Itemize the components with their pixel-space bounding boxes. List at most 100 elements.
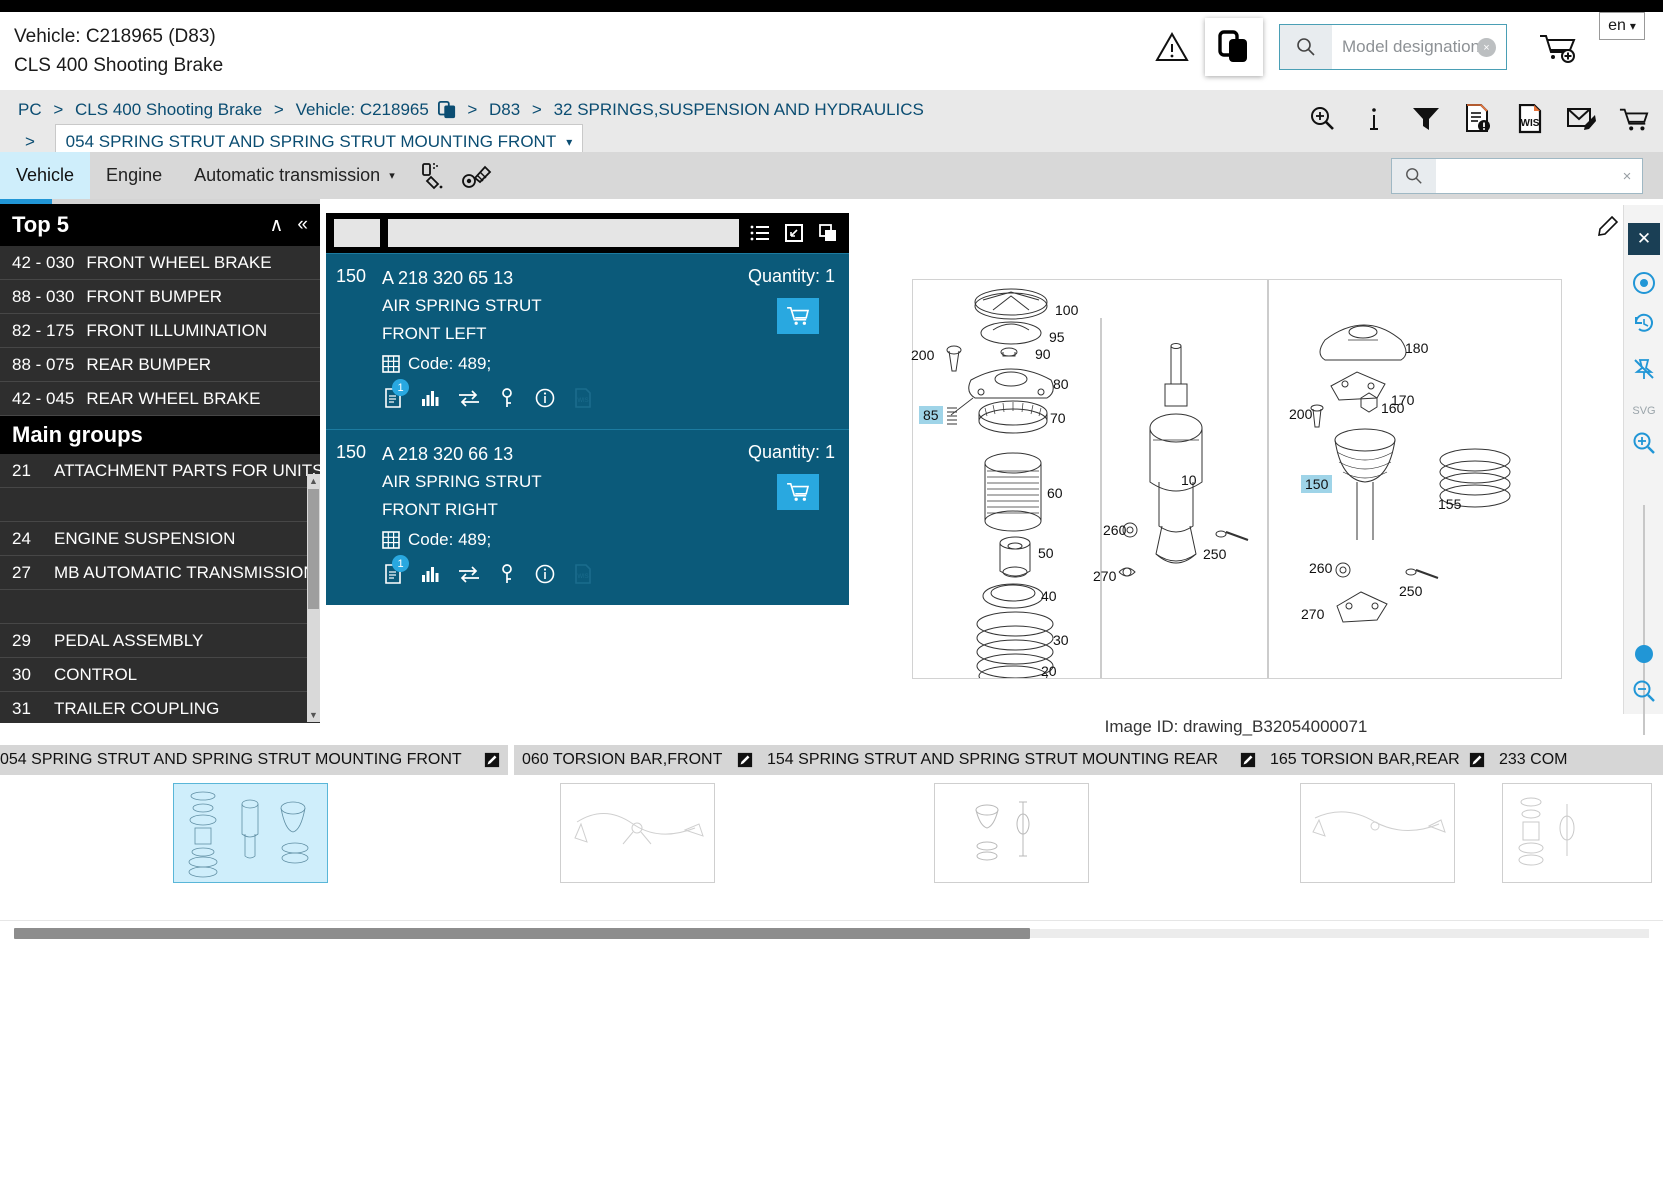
scrollbar-thumb[interactable] xyxy=(14,928,1030,939)
collapse-up-icon[interactable]: ∧ xyxy=(270,214,284,237)
cart-icon[interactable] xyxy=(1619,102,1649,136)
edit-icon[interactable] xyxy=(729,752,753,768)
breadcrumb-item-1[interactable]: CLS 400 Shooting Brake xyxy=(75,100,262,119)
top5-item-4[interactable]: 42 - 045 REAR WHEEL BRAKE xyxy=(0,382,320,416)
thumbnail-image-0[interactable] xyxy=(172,783,328,883)
unpin-icon[interactable] xyxy=(1628,353,1660,385)
top5-item-1-num: 88 - 030 xyxy=(12,286,75,306)
zoom-slider-knob[interactable] xyxy=(1635,645,1653,663)
zoom-in-icon[interactable] xyxy=(1628,427,1660,459)
info-icon[interactable] xyxy=(1359,102,1389,136)
bolt-wheel-icon[interactable] xyxy=(455,152,499,199)
exchange-icon[interactable] xyxy=(458,563,480,585)
document-alert-icon[interactable] xyxy=(1463,102,1493,136)
target-icon[interactable] xyxy=(1628,267,1660,299)
paint-spray-icon[interactable] xyxy=(411,152,455,199)
thumbnail-image-3[interactable] xyxy=(1300,783,1455,883)
top5-item-2[interactable]: 82 - 175 FRONT ILLUMINATION xyxy=(0,314,320,348)
language-selector[interactable]: en ▾ xyxy=(1599,12,1645,40)
sidebar-scrollbar[interactable]: ▲ ▼ xyxy=(307,474,320,722)
thumbnail-item-3[interactable]: 165 TORSION BAR,REAR xyxy=(1262,745,1493,895)
parts-filter-text-input[interactable] xyxy=(388,219,739,247)
callout-85[interactable]: 85 xyxy=(919,406,943,424)
zoom-in-icon[interactable] xyxy=(1307,102,1337,136)
main-group-item-29[interactable]: 29 PEDAL ASSEMBLY xyxy=(0,624,320,658)
info-circle-icon[interactable] xyxy=(534,563,556,585)
add-part-to-cart-button-1[interactable] xyxy=(777,474,819,510)
wis-icon[interactable]: WIS xyxy=(572,387,594,409)
breadcrumb-item-3[interactable]: D83 xyxy=(489,100,520,119)
tab-engine[interactable]: Engine xyxy=(90,152,178,199)
part-card-0[interactable]: 150 A 218 320 65 13 AIR SPRING STRUT FRO… xyxy=(326,253,849,429)
edit-icon[interactable] xyxy=(1232,752,1256,768)
model-search-box[interactable]: Model designation × xyxy=(1279,24,1507,70)
thumbnail-image-2[interactable] xyxy=(934,783,1089,883)
horizontal-scrollbar[interactable] xyxy=(0,920,1663,944)
list-view-icon[interactable] xyxy=(747,219,773,247)
main-group-item-31[interactable]: 31 TRAILER COUPLING xyxy=(0,692,320,723)
warning-icon[interactable] xyxy=(1149,24,1195,70)
main-group-item-blank-2[interactable] xyxy=(0,590,320,624)
main-group-item-30[interactable]: 30 CONTROL xyxy=(0,658,320,692)
edit-icon[interactable] xyxy=(1595,213,1621,239)
exploded-view-drawing[interactable]: 100 95 200 90 80 85 70 60 50 40 30 20 10… xyxy=(911,279,1562,679)
top5-item-3[interactable]: 88 - 075 REAR BUMPER xyxy=(0,348,320,382)
chart-icon[interactable] xyxy=(420,387,442,409)
breadcrumb-item-2[interactable]: Vehicle: C218965 xyxy=(296,100,429,119)
thumbnail-item-0[interactable]: 054 SPRING STRUT AND SPRING STRUT MOUNTI… xyxy=(0,745,508,895)
filter-icon[interactable] xyxy=(1411,102,1441,136)
breadcrumb-copy-icon[interactable] xyxy=(437,101,456,119)
thumbnail-image-4[interactable] xyxy=(1502,783,1652,883)
note-document-icon[interactable]: 1 xyxy=(382,379,409,409)
parts-filter-pos-input[interactable] xyxy=(334,219,380,247)
breadcrumb-item-4[interactable]: 32 SPRINGS,SUSPENSION AND HYDRAULICS xyxy=(554,100,924,119)
clear-search-icon[interactable]: × xyxy=(1477,38,1496,57)
add-part-to-cart-button-0[interactable] xyxy=(777,298,819,334)
scroll-up-arrow-icon[interactable]: ▲ xyxy=(307,474,320,488)
breadcrumb-item-0[interactable]: PC xyxy=(18,100,42,119)
secondary-search-input[interactable] xyxy=(1436,159,1612,193)
callout-150[interactable]: 150 xyxy=(1301,475,1333,493)
scroll-down-arrow-icon[interactable]: ▼ xyxy=(307,708,320,722)
secondary-search-box[interactable]: × xyxy=(1391,158,1643,194)
mail-edit-icon[interactable] xyxy=(1567,102,1597,136)
copy-vehicle-button[interactable] xyxy=(1205,18,1263,76)
exchange-icon[interactable] xyxy=(458,387,480,409)
main-group-item-24[interactable]: 24 ENGINE SUSPENSION xyxy=(0,522,320,556)
key-icon[interactable] xyxy=(496,563,518,585)
add-to-cart-header-icon[interactable] xyxy=(1531,24,1585,70)
main-groups-header: Main groups xyxy=(0,416,320,454)
key-icon[interactable] xyxy=(496,387,518,409)
main-group-item-21[interactable]: 21 ATTACHMENT PARTS FOR UNITS xyxy=(0,454,320,488)
edit-icon[interactable] xyxy=(476,752,500,768)
tab-vehicle[interactable]: Vehicle xyxy=(0,152,91,199)
wis-document-icon[interactable]: WIS xyxy=(1515,102,1545,136)
zoom-out-icon[interactable] xyxy=(1628,675,1660,707)
table-grid-icon[interactable] xyxy=(382,355,400,373)
chart-icon[interactable] xyxy=(420,563,442,585)
thumbnail-item-1[interactable]: 060 TORSION BAR,FRONT xyxy=(514,745,761,895)
close-icon[interactable]: ✕ xyxy=(1628,223,1660,255)
note-document-icon[interactable]: 1 xyxy=(382,555,409,585)
top5-item-1[interactable]: 88 - 030 FRONT BUMPER xyxy=(0,280,320,314)
duplicate-icon[interactable] xyxy=(815,219,841,247)
table-grid-icon[interactable] xyxy=(382,531,400,549)
top5-item-0[interactable]: 42 - 030 FRONT WHEEL BRAKE xyxy=(0,246,320,280)
info-circle-icon[interactable] xyxy=(534,387,556,409)
thumbnail-item-2[interactable]: 154 SPRING STRUT AND SPRING STRUT MOUNTI… xyxy=(759,745,1264,895)
collapse-left-icon[interactable]: « xyxy=(297,214,308,236)
history-icon[interactable] xyxy=(1628,307,1660,339)
sidebar-scroll-thumb[interactable] xyxy=(308,489,319,609)
thumbnail-item-4[interactable]: 233 COM xyxy=(1491,745,1663,895)
expand-icon[interactable] xyxy=(781,219,807,247)
clear-icon[interactable]: × xyxy=(1612,159,1642,193)
tab-automatic-transmission[interactable]: Automatic transmission ▾ xyxy=(178,152,411,199)
model-search-input[interactable]: Model designation × xyxy=(1332,25,1506,69)
main-group-item-27[interactable]: 27 MB AUTOMATIC TRANSMISSION xyxy=(0,556,320,590)
part-card-1[interactable]: 150 A 218 320 66 13 AIR SPRING STRUT FRO… xyxy=(326,429,849,605)
thumbnail-image-1[interactable] xyxy=(560,783,715,883)
wis-icon[interactable]: WIS xyxy=(572,563,594,585)
main-group-item-blank-1[interactable] xyxy=(0,488,320,522)
svg-icon[interactable]: SVG xyxy=(1628,395,1660,427)
edit-icon[interactable] xyxy=(1461,752,1485,768)
